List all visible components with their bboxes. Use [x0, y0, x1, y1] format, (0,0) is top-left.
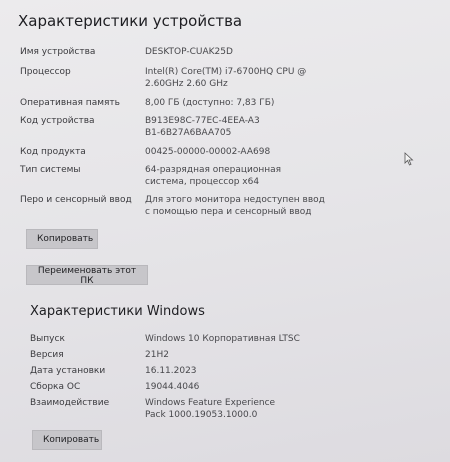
copy-windows-button[interactable]: Копировать: [32, 430, 102, 450]
spec-label: Версия: [30, 350, 64, 360]
spec-label: Перо и сенсорный ввод: [20, 195, 132, 205]
spec-value: 64-разрядная операционная система, проце…: [145, 165, 282, 187]
spec-value: Windows 10 Корпоративная LTSC: [145, 334, 300, 344]
spec-value: 00425-00000-00002-AA698: [145, 147, 271, 157]
spec-label: Сборка ОС: [30, 382, 81, 392]
spec-value: Windows Feature Experience Pack 1000.190…: [145, 398, 276, 420]
spec-label: Выпуск: [30, 334, 65, 344]
spec-value: Для этого монитора недоступен ввод с пом…: [145, 195, 325, 217]
spec-label: Имя устройства: [20, 47, 96, 57]
copy-device-button[interactable]: Копировать: [26, 229, 98, 249]
spec-value: 21H2: [145, 350, 169, 360]
device-specs-title: Характеристики устройства: [18, 12, 243, 30]
windows-specs-title: Характеристики Windows: [30, 304, 205, 319]
rename-pc-button[interactable]: Переименовать этот ПК: [26, 265, 148, 286]
spec-value: 16.11.2023: [145, 366, 197, 376]
spec-label: Код устройства: [20, 116, 95, 126]
spec-label: Взаимодействие: [30, 398, 110, 408]
spec-label: Код продукта: [20, 147, 86, 157]
spec-label: Процессор: [20, 67, 71, 77]
spec-label: Дата установки: [30, 366, 106, 376]
mouse-cursor-icon: [404, 152, 414, 166]
spec-value: 19044.4046: [145, 382, 200, 392]
spec-label: Тип системы: [20, 165, 81, 175]
spec-value: DESKTOP-CUAK25D: [145, 47, 233, 57]
spec-label: Оперативная память: [20, 98, 120, 108]
spec-value: B913E98C-77EC-4EEA-A3B1-6B27A6BAA705: [145, 116, 260, 138]
spec-value: 8,00 ГБ (доступно: 7,83 ГБ): [145, 98, 275, 108]
spec-value: Intel(R) Core(TM) i7-6700HQ CPU @ 2.60GH…: [145, 67, 307, 89]
